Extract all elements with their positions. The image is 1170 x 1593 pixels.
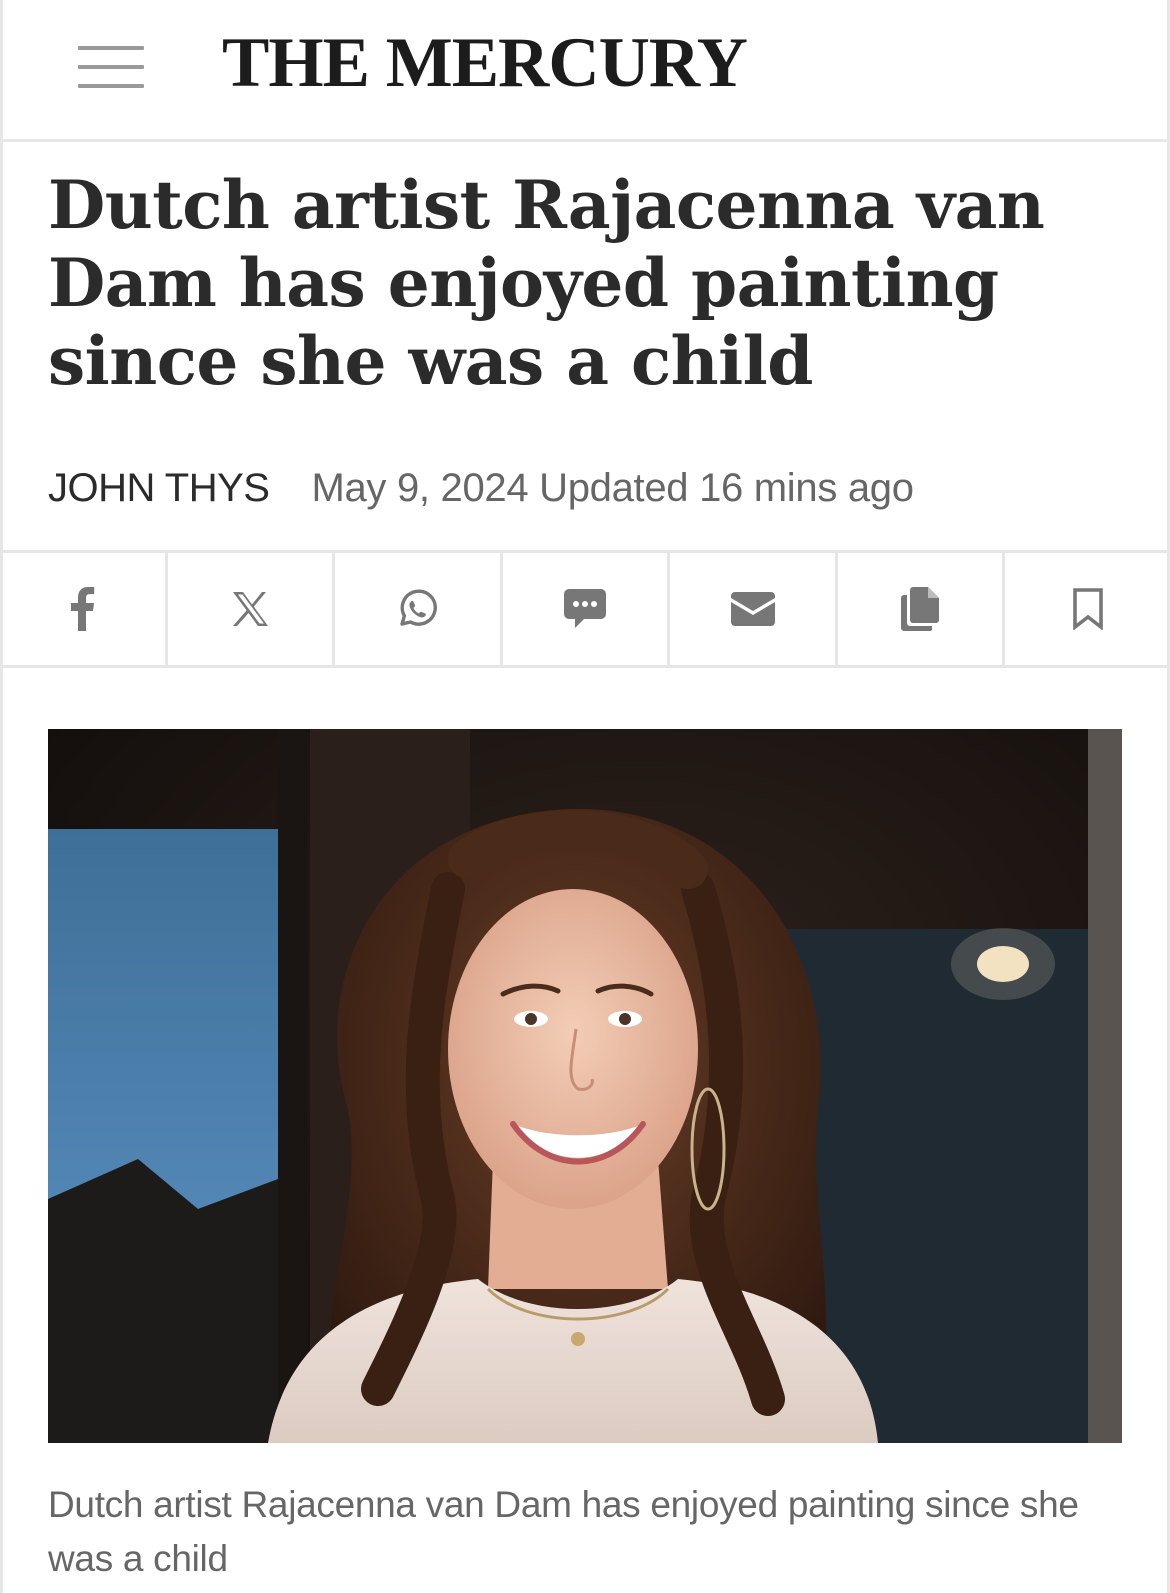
facebook-icon (71, 587, 95, 631)
site-header: THE MERCURY (0, 0, 1170, 142)
copy-link-button[interactable] (838, 553, 1006, 665)
share-email-button[interactable] (670, 553, 838, 665)
hamburger-menu-icon[interactable] (78, 46, 144, 88)
article-photo (48, 729, 1122, 1443)
bookmark-button[interactable] (1005, 553, 1170, 665)
publish-date: May 9, 2024 Updated 16 mins ago (311, 466, 914, 510)
share-facebook-button[interactable] (0, 553, 168, 665)
email-icon (730, 592, 775, 626)
share-x-button[interactable] (168, 553, 336, 665)
share-bar (0, 550, 1170, 668)
article-headline: Dutch artist Rajacenna van Dam has enjoy… (48, 166, 1045, 400)
share-sms-button[interactable] (503, 553, 671, 665)
sms-icon (564, 589, 607, 628)
bookmark-icon (1072, 588, 1103, 630)
photo-caption: Dutch artist Rajacenna van Dam has enjoy… (48, 1484, 1079, 1579)
byline: JOHN THYS May 9, 2024 Updated 16 mins ag… (48, 466, 914, 514)
x-icon (232, 592, 268, 626)
author-name[interactable]: JOHN THYS (48, 466, 270, 511)
copy-icon (901, 587, 940, 631)
portrait-illustration (48, 729, 1122, 1443)
share-whatsapp-button[interactable] (335, 553, 503, 665)
site-logo[interactable]: THE MERCURY (222, 28, 748, 99)
whatsapp-icon (400, 589, 438, 626)
